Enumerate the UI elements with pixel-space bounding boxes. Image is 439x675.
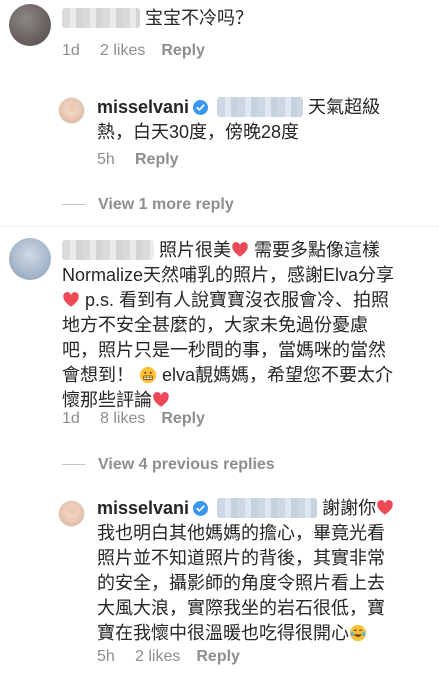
reply-2-text: misselvani 謝謝你 我也明白其他媽媽的擔心，畢竟光看 照片並不知道照片… bbox=[97, 496, 432, 646]
view-more-replies-button[interactable]: View 1 more reply bbox=[62, 196, 234, 214]
red-heart-icon bbox=[377, 500, 393, 515]
reply-button[interactable]: Reply bbox=[161, 410, 205, 428]
divider bbox=[0, 226, 439, 227]
timestamp: 5h bbox=[97, 151, 115, 168]
reply-1-text: misselvani 天氣超級 熱，白天30度，傍晚28度 bbox=[97, 97, 381, 142]
thread-line bbox=[62, 464, 86, 466]
comment-1-text: 宝宝不冷吗？ bbox=[62, 6, 253, 31]
verified-badge-icon bbox=[193, 501, 209, 516]
reply-button[interactable]: Reply bbox=[161, 42, 205, 60]
grimacing-face-icon bbox=[139, 366, 157, 384]
likes-count[interactable]: 2 likes bbox=[135, 648, 180, 666]
view-previous-replies-button[interactable]: View 4 previous replies bbox=[62, 456, 275, 474]
misselvani-avatar[interactable] bbox=[58, 97, 85, 124]
redacted-username[interactable] bbox=[62, 240, 154, 260]
redacted-mention[interactable] bbox=[217, 97, 304, 117]
timestamp: 1d bbox=[62, 410, 80, 427]
reply-button[interactable]: Reply bbox=[196, 648, 240, 666]
red-heart-icon bbox=[153, 392, 169, 407]
redacted-mention[interactable] bbox=[217, 498, 318, 518]
misselvani-avatar[interactable] bbox=[58, 500, 85, 527]
likes-count[interactable]: 8 likes bbox=[100, 410, 145, 428]
reply-1-meta: 5h Reply bbox=[97, 151, 179, 169]
likes-count[interactable]: 2 likes bbox=[100, 42, 145, 60]
comment-2-text: 照片很美 需要多點像這樣 Normalize天然哺乳的照片，感謝Elva分享 p… bbox=[62, 240, 395, 410]
commenter-avatar[interactable] bbox=[9, 238, 51, 280]
reply-username[interactable]: misselvani bbox=[97, 498, 189, 518]
timestamp: 1d bbox=[62, 42, 80, 59]
red-heart-icon bbox=[63, 292, 79, 307]
comment-1-meta: 1d 2 likes Reply bbox=[62, 42, 205, 60]
thread-line bbox=[62, 204, 86, 206]
reply-2-meta: 5h 2 likes Reply bbox=[97, 648, 240, 666]
timestamp: 5h bbox=[97, 648, 115, 665]
verified-badge-icon bbox=[193, 100, 209, 115]
crying-laughing-icon bbox=[349, 624, 367, 642]
comment-2-meta: 1d 8 likes Reply bbox=[62, 410, 205, 428]
reply-button[interactable]: Reply bbox=[135, 151, 179, 169]
reply-username[interactable]: misselvani bbox=[97, 97, 189, 117]
redacted-username[interactable] bbox=[62, 8, 140, 28]
commenter-avatar[interactable] bbox=[9, 4, 51, 46]
red-heart-icon bbox=[232, 242, 248, 257]
